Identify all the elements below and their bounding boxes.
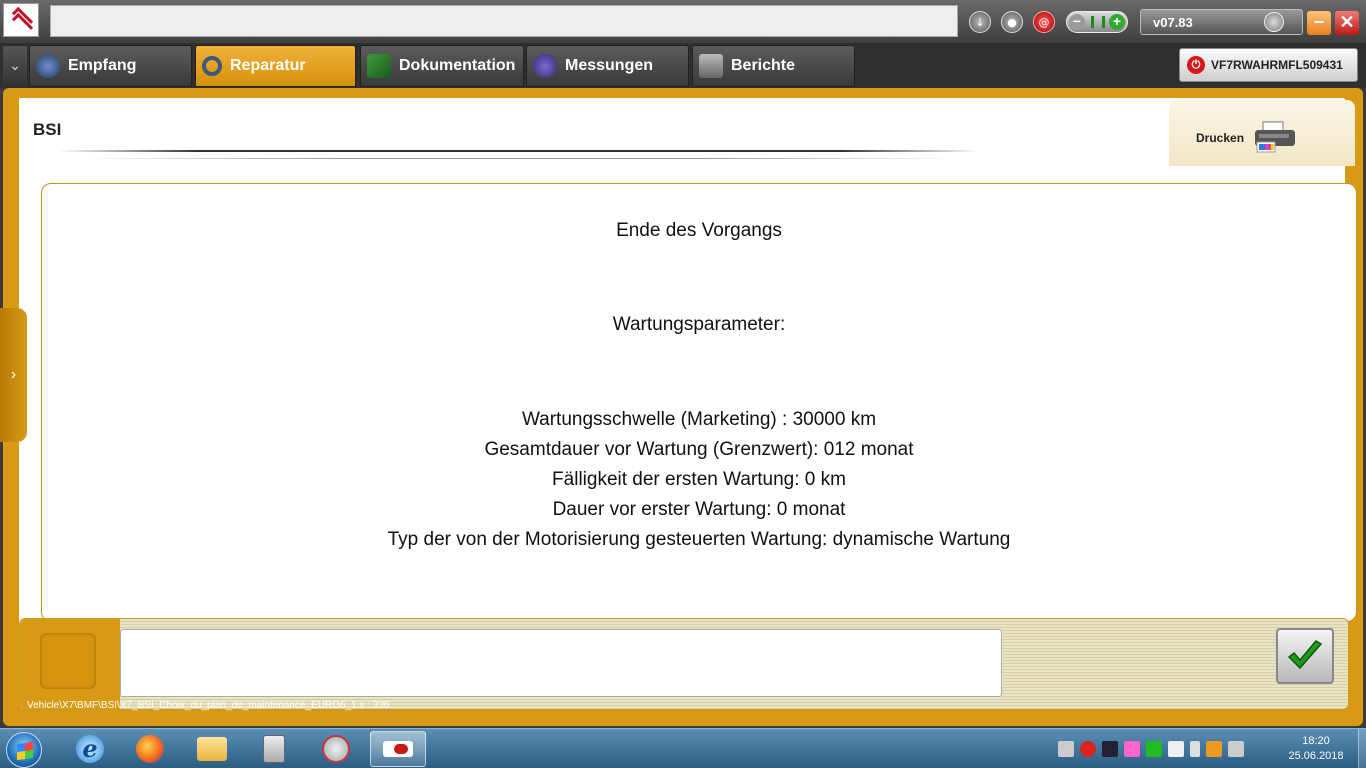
clock-time: 18:20 xyxy=(1302,735,1330,747)
bottom-left-panel xyxy=(20,619,120,709)
parameter-line: Wartungsschwelle (Marketing) : 30000 km xyxy=(521,409,877,430)
page-title: BSI xyxy=(33,120,62,139)
parameter-line: Dauer vor erster Wartung: 0 monat xyxy=(552,499,846,520)
signal-bars-icon xyxy=(1091,16,1105,28)
report-icon xyxy=(699,54,723,78)
result-heading: Ende des Vorgangs xyxy=(616,220,782,241)
print-label: Drucken xyxy=(1196,131,1245,145)
tab-messungen[interactable]: Messungen xyxy=(526,45,689,87)
taskbar-internet-explorer[interactable]: e xyxy=(62,731,118,767)
antivirus-icon[interactable] xyxy=(1080,741,1096,757)
top-bar: ↓ ● @ − + v07.83 − ✕ xyxy=(0,0,1366,43)
confirm-button[interactable] xyxy=(1276,628,1334,684)
chevron-right-icon: › xyxy=(10,366,17,383)
clock[interactable]: 18:20 25.06.2018 xyxy=(1278,734,1354,764)
side-panel-toggle[interactable]: › xyxy=(0,308,27,442)
download-icon[interactable]: ↓ xyxy=(969,11,991,33)
power-icon: ⏻ xyxy=(1187,56,1205,74)
plus-icon[interactable]: + xyxy=(1109,14,1125,30)
calculator-icon xyxy=(263,735,285,763)
taskbar-explorer[interactable] xyxy=(184,731,240,767)
check-icon[interactable] xyxy=(1146,741,1162,757)
email-icon[interactable]: @ xyxy=(1033,11,1055,33)
version-label: v07.83 xyxy=(1153,15,1193,30)
close-button[interactable]: ✕ xyxy=(1335,11,1359,35)
main-frame: BSI Drucken Ende des Vorgangs Wartungspa… xyxy=(3,88,1363,726)
folder-icon xyxy=(197,737,227,761)
network-icon[interactable] xyxy=(1206,741,1222,757)
result-box: Ende des Vorgangs Wartungsparameter: War… xyxy=(41,183,1357,622)
vin-label: VF7RWAHRMFL509431 xyxy=(1211,58,1343,72)
taskbar-diagbox[interactable] xyxy=(370,731,426,767)
vin-button[interactable]: ⏻ VF7RWAHRMFL509431 xyxy=(1179,48,1358,82)
title-divider xyxy=(59,150,979,152)
content-panel: BSI Drucken Ende des Vorgangs Wartungspa… xyxy=(19,98,1357,702)
tab-label: Empfang xyxy=(68,57,137,74)
taskbar: e 18:20 25.06.2018 xyxy=(0,728,1366,768)
connection-level-control[interactable]: − + xyxy=(1066,11,1128,33)
tab-reparatur[interactable]: Reparatur xyxy=(195,45,356,87)
tab-berichte[interactable]: Berichte xyxy=(692,45,855,87)
battery-icon[interactable] xyxy=(1190,741,1200,757)
status-indicator xyxy=(40,633,96,689)
start-button[interactable] xyxy=(6,732,42,768)
parameter-line: Typ der von der Motorisierung gesteuerte… xyxy=(387,529,1011,550)
internet-explorer-icon: e xyxy=(76,735,104,763)
title-divider-secondary xyxy=(79,158,959,159)
script-path: Vehicle\X7\BMF\BSI\X7_BSI_Choix_du_plan_… xyxy=(27,700,390,711)
diagbox-app-icon xyxy=(383,741,413,757)
taskbar-calculator[interactable] xyxy=(246,731,302,767)
message-field[interactable] xyxy=(120,629,1002,697)
search-icon xyxy=(202,56,222,76)
display-icon[interactable] xyxy=(1102,741,1118,757)
minimize-button[interactable]: − xyxy=(1307,11,1331,35)
book-icon xyxy=(367,54,391,78)
parameter-line: Fälligkeit der ersten Wartung: 0 km xyxy=(552,469,846,490)
parameter-line: Gesamtdauer vor Wartung (Grenzwert): 012… xyxy=(484,439,914,460)
user-icon[interactable]: ● xyxy=(1001,11,1023,33)
tab-label: Berichte xyxy=(731,57,796,74)
bottom-toolbar xyxy=(19,618,1349,710)
waveform-icon xyxy=(533,54,557,78)
flag-icon[interactable] xyxy=(1168,741,1184,757)
system-tray xyxy=(1058,739,1244,759)
minus-icon[interactable]: − xyxy=(1069,14,1085,30)
power-knob-icon[interactable] xyxy=(1264,12,1284,32)
tab-label: Messungen xyxy=(565,57,654,74)
citroen-logo xyxy=(3,3,39,37)
app-tray-icon[interactable] xyxy=(1124,741,1140,757)
home-icon xyxy=(36,54,60,78)
tab-empfang[interactable]: Empfang xyxy=(29,45,192,87)
tab-bar: ⌄ Empfang Reparatur Dokumentation Messun… xyxy=(0,43,1366,88)
tab-label: Reparatur xyxy=(230,57,306,74)
scissors-icon xyxy=(322,735,350,763)
volume-icon[interactable] xyxy=(1228,741,1244,757)
address-field[interactable] xyxy=(50,5,958,37)
printer-icon xyxy=(1255,121,1295,153)
taskbar-snipping-tool[interactable] xyxy=(308,731,364,767)
result-subheading: Wartungsparameter: xyxy=(612,314,786,335)
clock-date: 25.06.2018 xyxy=(1288,750,1344,762)
tab-dokumentation[interactable]: Dokumentation xyxy=(360,45,524,87)
print-button[interactable]: Drucken xyxy=(1169,100,1355,166)
network-drive-icon[interactable] xyxy=(1058,741,1074,757)
taskbar-firefox[interactable] xyxy=(122,731,178,767)
chevron-down-icon[interactable]: ⌄ xyxy=(3,46,27,86)
checkmark-icon xyxy=(1287,640,1323,670)
firefox-icon xyxy=(136,735,164,763)
show-desktop-button[interactable] xyxy=(1358,729,1366,768)
tab-label: Dokumentation xyxy=(399,57,516,74)
version-indicator: v07.83 xyxy=(1140,9,1303,35)
